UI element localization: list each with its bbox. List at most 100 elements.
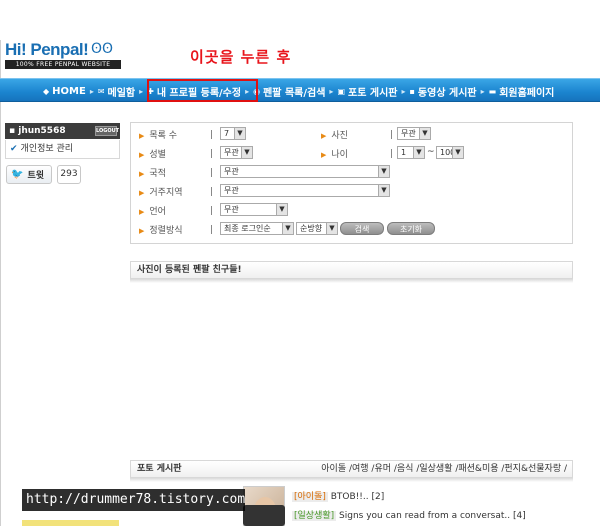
photo-icon: ▣ — [337, 86, 345, 96]
nav-photo-board-label: 포토 게시판 — [348, 87, 398, 99]
annotation-highlight-box — [147, 79, 258, 102]
arrow-icon: ▶ — [139, 226, 145, 235]
sort-label: ▶ 정렬방식 — [139, 225, 183, 236]
photo-label: ▶ 사진 — [321, 130, 348, 141]
arrow-icon: ▶ — [139, 207, 145, 216]
country-label: ▶ 국적 — [139, 168, 166, 179]
chevron-down-icon: ▼ — [378, 185, 389, 196]
count-select[interactable]: 7 ▼ — [220, 127, 246, 140]
language-label: ▶ 언어 — [139, 206, 166, 217]
chevron-down-icon: ▼ — [452, 147, 463, 158]
nav-photo-board[interactable]: ▣ 포토 게시판 — [334, 84, 400, 99]
photo-board-header: 포토 게시판 아이돌 /여행 /유머 /음식 /일상생활 /패션&미용 /펀지&… — [130, 460, 573, 478]
account-settings-link[interactable]: ✔ 개인정보 관리 — [5, 140, 120, 159]
nav-mailbox-label: 메일함 — [107, 87, 136, 99]
region-select[interactable]: 무관 ▼ — [220, 184, 390, 197]
main-navbar: ◆ HOME ▸ ✉ 메일함 ▸ ✚ 내 프로필 등록/수정 ▸ ◉ 펜팔 목록/검색 … — [0, 78, 600, 102]
field-separator — [211, 225, 212, 234]
chevron-down-icon: ▼ — [326, 223, 337, 234]
gender-label: ▶ 성별 — [139, 149, 166, 160]
age-to-select[interactable]: 100 ▼ — [436, 146, 464, 159]
count-label: ▶ 목록 수 — [139, 130, 178, 141]
blog-watermark: http://drummer78.tistory.com — [22, 489, 245, 511]
friends-section-header: 사진이 등록된 펜팔 친구들! — [130, 261, 573, 279]
post-item[interactable]: [일상생활] Signs you can read from a convers… — [292, 509, 526, 523]
gender-select[interactable]: 무관 ▼ — [220, 146, 253, 159]
post-thumbnail-phone — [243, 505, 285, 526]
nav-penpal-search-label: 펜팔 목록/검색 — [263, 87, 326, 99]
bullet-icon: ▪ — [9, 126, 19, 136]
search-button[interactable]: 검색 — [340, 222, 384, 235]
tweet-count: 293 — [57, 165, 81, 184]
arrow-icon: ▶ — [139, 169, 145, 178]
site-logo[interactable]: Hi! Penpal! ʘʘ 100% FREE PENPAL WEBSITE — [5, 40, 123, 70]
page: Hi! Penpal! ʘʘ 100% FREE PENPAL WEBSITE … — [0, 0, 600, 526]
arrow-icon: ▶ — [321, 131, 327, 140]
post-tag: [일상생활] — [292, 511, 337, 521]
nav-mailbox[interactable]: ✉ 메일함 — [95, 84, 138, 99]
chevron-down-icon: ▼ — [276, 204, 287, 215]
nav-video-board[interactable]: ▪ 동영상 게시판 — [407, 84, 480, 99]
region-label: ▶ 거주지역 — [139, 187, 183, 198]
homepage-icon: ▬ — [488, 86, 497, 96]
field-separator — [211, 168, 212, 177]
nav-home[interactable]: ◆ HOME — [40, 86, 89, 97]
arrow-icon: ▶ — [321, 150, 327, 159]
chevron-down-icon: ▼ — [413, 147, 424, 158]
sort-direction-select[interactable]: 순방향 ▼ — [296, 222, 338, 235]
annotation-text: 이곳을 누른 후 — [190, 48, 292, 66]
check-icon: ✔ — [10, 144, 18, 154]
post-title: Signs you can read from a conversat.. [4… — [339, 511, 526, 521]
tweet-label: 트윗 — [27, 171, 45, 181]
logo-faces-icon: ʘʘ — [91, 41, 114, 57]
nav-home-label: HOME — [52, 85, 86, 97]
left-divider — [0, 40, 1, 526]
chevron-down-icon: ▼ — [241, 147, 252, 158]
nav-member-homepage-label: 회원홈페이지 — [499, 87, 555, 99]
nav-member-homepage[interactable]: ▬ 회원홈페이지 — [486, 84, 558, 99]
logout-button[interactable]: LOGOUT — [95, 126, 119, 136]
photo-board-categories[interactable]: 아이돌 /여행 /유머 /음식 /일상생활 /패션&미용 /펀지&선물자랑 / — [321, 461, 567, 477]
field-separator — [211, 149, 212, 158]
chevron-down-icon: ▼ — [419, 128, 430, 139]
mail-icon: ✉ — [97, 86, 105, 96]
home-icon: ◆ — [43, 86, 50, 96]
username: jhun5568 — [18, 126, 66, 136]
field-separator — [391, 149, 392, 158]
age-from-select[interactable]: 1 ▼ — [397, 146, 425, 159]
field-separator — [211, 130, 212, 139]
sort-order-select[interactable]: 최종 로그인순 ▼ — [220, 222, 294, 235]
arrow-icon: ▶ — [139, 131, 145, 140]
section-shadow — [130, 279, 573, 283]
chevron-down-icon: ▼ — [234, 128, 245, 139]
age-label: ▶ 나이 — [321, 149, 348, 160]
post-item[interactable]: [아이돌] BTOB!!.. [2] — [292, 490, 384, 504]
logo-subtitle: 100% FREE PENPAL WEBSITE — [5, 60, 121, 69]
chevron-down-icon: ▼ — [378, 166, 389, 177]
field-separator — [211, 187, 212, 196]
user-bar: ▪ jhun5568 LOGOUT — [5, 123, 120, 139]
post-title: BTOB!!.. [2] — [330, 492, 385, 502]
arrow-icon: ▶ — [139, 188, 145, 197]
photo-board-title: 포토 게시판 — [137, 464, 182, 474]
tweet-button[interactable]: 🐦 트윗 — [6, 165, 52, 184]
nav-video-board-label: 동영상 게시판 — [417, 87, 477, 99]
account-settings-label: 개인정보 관리 — [20, 144, 74, 154]
country-select[interactable]: 무관 ▼ — [220, 165, 390, 178]
photo-select[interactable]: 무관 ▼ — [397, 127, 431, 140]
field-separator — [391, 130, 392, 139]
field-separator — [211, 206, 212, 215]
post-tag: [아이돌] — [292, 492, 328, 502]
nav-penpal-search[interactable]: ◉ 펜팔 목록/검색 — [250, 84, 328, 99]
section-shadow — [130, 478, 573, 482]
chevron-down-icon: ▼ — [282, 223, 293, 234]
language-select[interactable]: 무관 ▼ — [220, 203, 288, 216]
penpal-search-form: ▶ 목록 수 7 ▼ ▶ 사진 무관 ▼ ▶ 성별 무관 ▼ ▶ 나이 1 ▼ ~ 100 ▼ ▶… — [130, 122, 573, 244]
logo-text: Hi! Penpal! — [5, 40, 89, 59]
sidebar-banner — [22, 520, 119, 526]
twitter-bird-icon: 🐦 — [11, 169, 24, 180]
age-range-tilde: ~ — [427, 147, 435, 157]
reset-button[interactable]: 초기화 — [387, 222, 435, 235]
arrow-icon: ▶ — [139, 150, 145, 159]
friends-section-title: 사진이 등록된 펜팔 친구들! — [137, 265, 242, 275]
